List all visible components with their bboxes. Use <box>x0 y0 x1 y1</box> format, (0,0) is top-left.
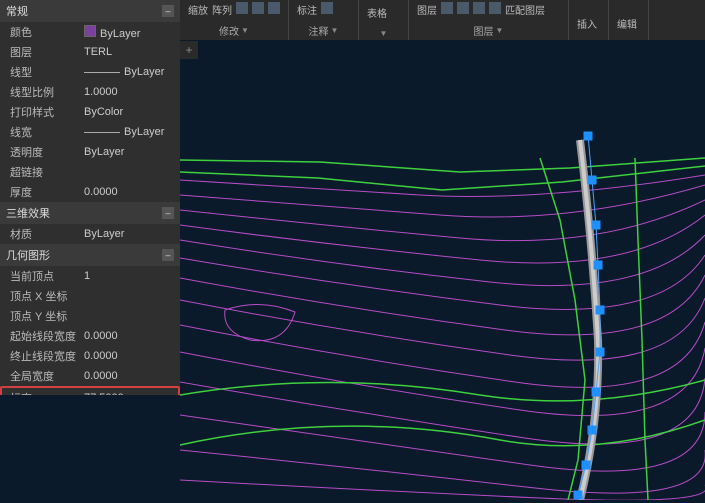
chevron-down-icon[interactable]: ▼ <box>241 26 249 35</box>
prop-row-vertex-y[interactable]: 顶点 Y 坐标 <box>0 306 180 326</box>
prop-value[interactable]: TERL <box>80 46 180 58</box>
ribbon-panel-table[interactable]: 表格 ▼ <box>359 0 409 40</box>
collapse-icon[interactable]: – <box>162 207 174 219</box>
ribbon-label-table[interactable]: 表格 <box>367 5 387 27</box>
prop-label: 全局宽度 <box>10 368 80 384</box>
collapse-icon[interactable]: – <box>162 249 174 261</box>
ribbon-label-array[interactable]: 阵列 <box>212 2 232 21</box>
ribbon-panel-insert[interactable]: 插入 <box>569 0 609 40</box>
ribbon-label-match-layer[interactable]: 匹配图层 <box>505 2 545 21</box>
section-header-geometry[interactable]: 几何图形 – <box>0 244 180 266</box>
prop-row-elevation[interactable]: 标高 77.5000 <box>0 386 180 395</box>
section-title: 几何图形 <box>6 247 50 263</box>
prop-value[interactable]: ByLayer <box>80 228 180 240</box>
chevron-down-icon[interactable]: ▼ <box>380 29 388 38</box>
tool-icon[interactable] <box>268 2 280 14</box>
panel-title-modify: 修改 <box>219 23 239 38</box>
ribbon-label-insert[interactable]: 插入 <box>577 16 597 38</box>
prop-row-vertex-x[interactable]: 顶点 X 坐标 <box>0 286 180 306</box>
prop-value[interactable]: ByLayer <box>80 66 180 78</box>
prop-row-linetype[interactable]: 线型 ByLayer <box>0 62 180 82</box>
line-sample-icon <box>84 72 120 73</box>
ribbon-label-scale[interactable]: 缩放 <box>188 2 208 21</box>
prop-label: 线型 <box>10 64 80 80</box>
ribbon-panel-annotate[interactable]: 标注 注释▼ <box>289 0 359 40</box>
prop-value[interactable]: 0.0000 <box>80 370 180 382</box>
section-header-general[interactable]: 常规 – <box>0 0 180 22</box>
tool-icon[interactable] <box>321 2 333 14</box>
section-title: 常规 <box>6 3 28 19</box>
tool-icon[interactable] <box>489 2 501 14</box>
ribbon-panel-modify[interactable]: 缩放 阵列 修改▼ <box>180 0 289 40</box>
prop-label: 起始线段宽度 <box>10 328 80 344</box>
drawing-svg <box>180 40 705 500</box>
prop-row-start-width[interactable]: 起始线段宽度 0.0000 <box>0 326 180 346</box>
prop-label: 材质 <box>10 226 80 242</box>
ribbon-label-edit[interactable]: 编辑 <box>617 16 637 38</box>
prop-row-thickness[interactable]: 厚度 0.0000 <box>0 182 180 202</box>
tool-icon[interactable] <box>441 2 453 14</box>
prop-value[interactable]: 0.0000 <box>80 330 180 342</box>
prop-value[interactable]: 1 <box>80 270 180 282</box>
canvas-tabs: + <box>180 40 198 60</box>
properties-panel: 常规 – 颜色 ByLayer 图层 TERL 线型 ByLayer 线型比例 … <box>0 0 180 395</box>
prop-row-lineweight[interactable]: 线宽 ByLayer <box>0 122 180 142</box>
prop-label: 线宽 <box>10 124 80 140</box>
prop-row-layer[interactable]: 图层 TERL <box>0 42 180 62</box>
prop-row-color[interactable]: 颜色 ByLayer <box>0 22 180 42</box>
prop-label: 当前顶点 <box>10 268 80 284</box>
ribbon-panel-layers[interactable]: 图层 匹配图层 图层▼ <box>409 0 569 40</box>
prop-value[interactable]: 0.0000 <box>80 186 180 198</box>
prop-row-ltscale[interactable]: 线型比例 1.0000 <box>0 82 180 102</box>
drawing-canvas[interactable] <box>180 40 705 500</box>
ribbon-label-dimension[interactable]: 标注 <box>297 2 317 21</box>
prop-label: 厚度 <box>10 184 80 200</box>
prop-label: 线型比例 <box>10 84 80 100</box>
prop-label: 标高 <box>10 390 80 395</box>
prop-value[interactable]: 0.0000 <box>80 350 180 362</box>
prop-label: 顶点 X 坐标 <box>10 288 80 304</box>
prop-label: 超链接 <box>10 164 80 180</box>
ribbon-label-layer[interactable]: 图层 <box>417 2 437 21</box>
tool-icon[interactable] <box>473 2 485 14</box>
tool-icon[interactable] <box>457 2 469 14</box>
tool-icon[interactable] <box>252 2 264 14</box>
section-title: 三维效果 <box>6 205 50 221</box>
prop-row-transparency[interactable]: 透明度 ByLayer <box>0 142 180 162</box>
line-sample-icon <box>84 132 120 133</box>
chevron-down-icon[interactable]: ▼ <box>331 26 339 35</box>
ribbon-toolbar: 缩放 阵列 修改▼ 标注 注释▼ 表格 ▼ 图层 匹配图层 图层▼ 插 <box>180 0 705 40</box>
prop-label: 终止线段宽度 <box>10 348 80 364</box>
panel-title-layers: 图层 <box>474 23 494 38</box>
prop-value[interactable]: 1.0000 <box>80 86 180 98</box>
prop-row-global-width[interactable]: 全局宽度 0.0000 <box>0 366 180 386</box>
prop-value-elevation[interactable]: 77.5000 <box>80 392 178 395</box>
prop-label: 颜色 <box>10 24 80 40</box>
color-swatch-icon <box>84 25 96 37</box>
prop-row-current-vertex[interactable]: 当前顶点 1 <box>0 266 180 286</box>
chevron-down-icon[interactable]: ▼ <box>496 26 504 35</box>
panel-title-annotate: 注释 <box>309 23 329 38</box>
prop-row-end-width[interactable]: 终止线段宽度 0.0000 <box>0 346 180 366</box>
new-tab-button[interactable]: + <box>180 41 198 59</box>
prop-value[interactable]: ByLayer <box>80 146 180 158</box>
collapse-icon[interactable]: – <box>162 5 174 17</box>
prop-row-hyperlink[interactable]: 超链接 <box>0 162 180 182</box>
prop-value[interactable]: ByLayer <box>80 25 180 40</box>
prop-row-plotstyle[interactable]: 打印样式 ByColor <box>0 102 180 122</box>
prop-label: 图层 <box>10 44 80 60</box>
prop-value[interactable]: ByLayer <box>80 126 180 138</box>
tool-icon[interactable] <box>236 2 248 14</box>
prop-label: 顶点 Y 坐标 <box>10 308 80 324</box>
prop-label: 透明度 <box>10 144 80 160</box>
prop-label: 打印样式 <box>10 104 80 120</box>
prop-row-material[interactable]: 材质 ByLayer <box>0 224 180 244</box>
ribbon-panel-edit[interactable]: 编辑 <box>609 0 649 40</box>
prop-value[interactable]: ByColor <box>80 106 180 118</box>
section-header-3d[interactable]: 三维效果 – <box>0 202 180 224</box>
